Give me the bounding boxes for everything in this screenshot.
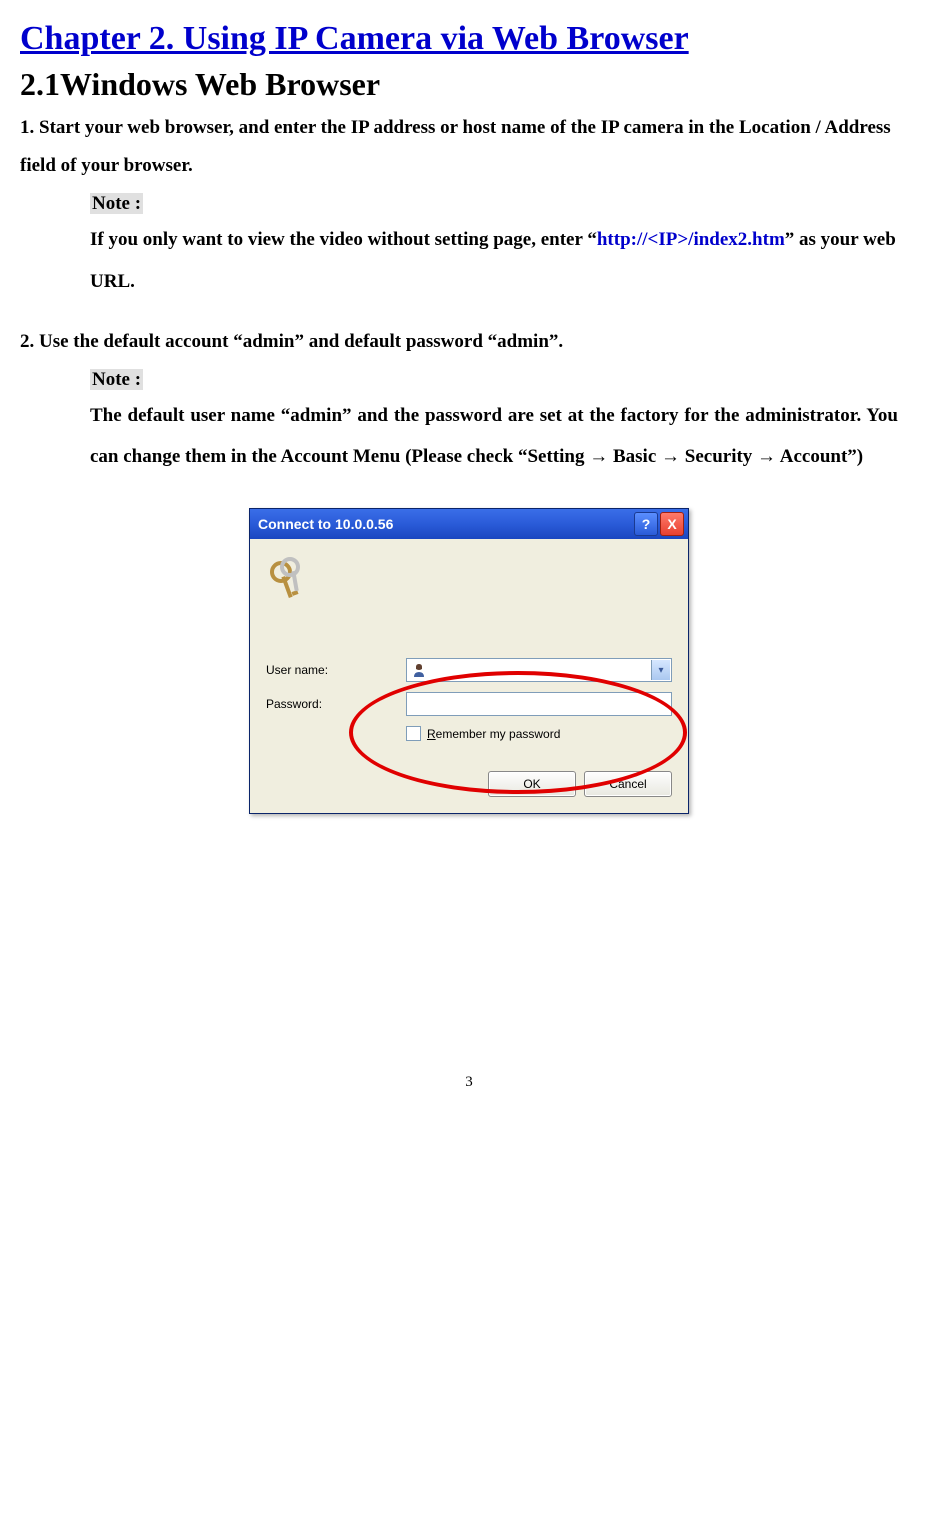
note-1-label: Note : — [90, 193, 143, 214]
username-row: User name: ▾ — [266, 658, 672, 682]
help-icon: ? — [642, 516, 651, 532]
remember-checkbox[interactable] — [406, 726, 421, 741]
auth-dialog-screenshot: Connect to 10.0.0.56 ? X User name: — [249, 508, 689, 814]
username-dropdown-arrow[interactable]: ▾ — [651, 660, 670, 680]
close-button[interactable]: X — [660, 512, 684, 536]
dialog-title: Connect to 10.0.0.56 — [258, 516, 632, 532]
chapter-title: Chapter 2. Using IP Camera via Web Brows… — [20, 20, 918, 58]
note-1-url: http://<IP>/index2.htm — [597, 229, 785, 250]
remember-label: Remember my password — [427, 727, 560, 741]
note-2-label: Note : — [90, 369, 143, 390]
password-input[interactable] — [406, 692, 672, 716]
step-1-text: 1. Start your web browser, and enter the… — [20, 109, 918, 185]
note-1-block: Note : If you only want to view the vide… — [90, 193, 898, 303]
note-1-before: If you only want to view the video witho… — [90, 229, 597, 250]
auth-dialog: Connect to 10.0.0.56 ? X User name: — [249, 508, 689, 814]
user-head-icon — [411, 662, 427, 678]
dialog-button-row: OK Cancel — [266, 771, 672, 797]
section-title: 2.1Windows Web Browser — [20, 66, 918, 103]
step-2-text: 2. Use the default account “admin” and d… — [20, 323, 918, 361]
remember-row[interactable]: Remember my password — [406, 726, 672, 741]
keys-icon — [266, 557, 314, 605]
help-button[interactable]: ? — [634, 512, 658, 536]
chevron-down-icon: ▾ — [658, 665, 663, 676]
page-number: 3 — [20, 1074, 918, 1091]
ok-button[interactable]: OK — [488, 771, 576, 797]
note-1-text: If you only want to view the video witho… — [90, 219, 898, 303]
dialog-body: User name: ▾ Password: Re — [250, 539, 688, 813]
cancel-button[interactable]: Cancel — [584, 771, 672, 797]
password-label: Password: — [266, 697, 406, 711]
dialog-titlebar: Connect to 10.0.0.56 ? X — [250, 509, 688, 539]
close-icon: X — [667, 516, 676, 532]
username-input[interactable]: ▾ — [406, 658, 672, 682]
note-2-text: The default user name “admin” and the pa… — [90, 395, 898, 479]
note-2-block: Note : The default user name “admin” and… — [90, 369, 898, 479]
username-label: User name: — [266, 663, 406, 677]
password-row: Password: — [266, 692, 672, 716]
